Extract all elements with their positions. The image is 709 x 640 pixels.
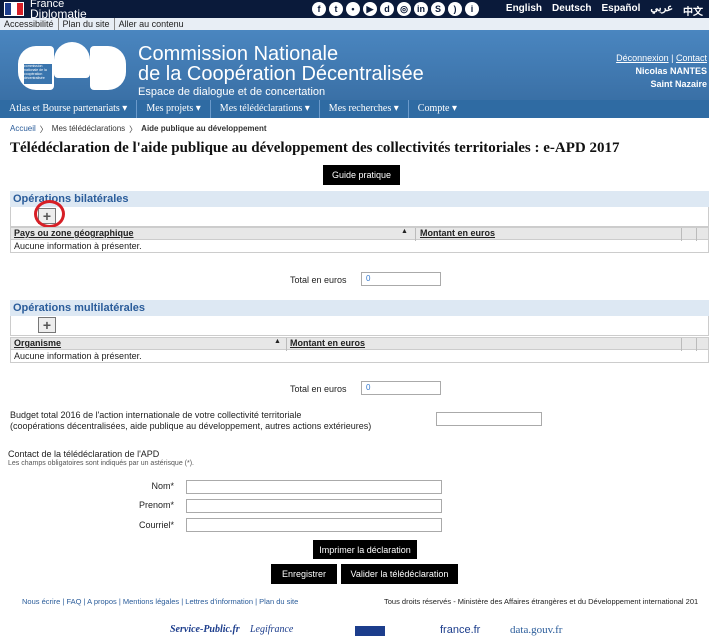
rss-icon[interactable]: ) [448,2,462,16]
social-icons: f t • ▶ d ◎ in S ) i [312,2,479,16]
breadcrumb: Accueil 〉 Mes télédéclarations 〉 Aide publ… [10,124,267,135]
lang-deutsch[interactable]: Deutsch [552,3,591,18]
save-button[interactable]: Enregistrer [271,564,337,584]
link-plan-du-site[interactable]: Plan du site [59,18,115,30]
language-links: English Deutsch Español عربي 中文 [506,3,703,18]
french-flag-icon [4,2,24,16]
bilateral-empty-row: Aucune information à présenter. [10,240,709,253]
add-icon[interactable]: + [38,317,56,333]
breadcrumb-current: Aide publique au développement [141,124,267,133]
print-button[interactable]: Imprimer la déclaration [313,540,417,559]
site-title-line2: de la Coopération Décentralisée [138,63,424,85]
youtube-icon[interactable]: ▶ [363,2,377,16]
top-bar: France Diplomatie f t • ▶ d ◎ in S ) i En… [0,0,709,21]
multilateral-total-label: Total en euros [290,384,347,394]
site-title: Commission Nationale de la Coopération D… [138,44,424,84]
flickr-icon[interactable]: • [346,2,360,16]
page-title: Télédéclaration de l'aide publique au dé… [10,140,620,156]
france-diplomatie-logo[interactable]: France Diplomatie [0,0,110,21]
service-public-logo[interactable]: Service-Public.fr [170,624,240,635]
breadcrumb-level2[interactable]: Mes télédéclarations [52,124,125,135]
info-icon[interactable]: i [465,2,479,16]
multilateral-table-header: Organisme ▲ Montant en euros [10,337,709,351]
footer-links[interactable]: Nous écrire | FAQ | A propos | Mentions … [22,597,298,606]
cncd-logo[interactable]: commission nationale de la coopération d… [18,42,126,92]
validate-button[interactable]: Valider la télédéclaration [341,564,458,584]
link-accessibilite[interactable]: Accessibilité [0,18,59,30]
deconnexion-link[interactable]: Déconnexion [616,53,669,63]
bilateral-total-label: Total en euros [290,275,347,285]
partner-logos: Service-Public.fr Legifrance france.fr d… [0,622,709,640]
legifrance-logo[interactable]: Legifrance [250,624,293,635]
user-name: Nicolas NANTES [635,66,707,76]
guide-pratique-button[interactable]: Guide pratique [323,165,400,185]
courriel-label: Courriel* [138,520,174,530]
main-nav: Atlas et Bourse partenariats ▾ Mes proje… [0,100,709,118]
nav-mes-recherches[interactable]: Mes recherches ▾ [320,100,409,118]
multilateral-total-field[interactable]: 0 [361,381,441,395]
bilateral-toolbar: + [10,207,709,227]
multilateral-section-title: Opérations multilatérales [10,300,709,316]
highlight-circle [34,200,65,228]
nav-mes-projets[interactable]: Mes projets ▾ [137,100,211,118]
nav-mes-teledeclarations[interactable]: Mes télédéclarations ▾ [211,100,320,118]
col-montant[interactable]: Montant en euros [290,338,365,348]
breadcrumb-home[interactable]: Accueil [10,124,36,135]
dailymotion-icon[interactable]: d [380,2,394,16]
user-panel: Déconnexion | Contact Nicolas NANTES Sai… [616,53,707,89]
lang-arabic[interactable]: عربي [650,3,673,18]
data-gouv-logo[interactable]: data.gouv.fr [510,624,562,636]
user-city: Saint Nazaire [650,79,707,89]
prenom-input[interactable] [186,499,442,513]
multilateral-toolbar: + [10,316,709,336]
site-title-line1: Commission Nationale [138,43,339,65]
gouvernement-logo[interactable] [355,626,385,636]
lang-chinese[interactable]: 中文 [683,3,703,18]
footer-rights: Tous droits réservés - Ministère des Aff… [384,597,699,606]
col-organisme[interactable]: Organisme [14,338,61,348]
facebook-icon[interactable]: f [312,2,326,16]
linkedin-icon[interactable]: in [414,2,428,16]
multilateral-empty-row: Aucune information à présenter. [10,350,709,363]
nav-atlas[interactable]: Atlas et Bourse partenariats ▾ [0,100,138,118]
sort-arrow-icon[interactable]: ▲ [401,228,408,235]
budget-input[interactable] [436,412,542,426]
sort-arrow-icon[interactable]: ▲ [274,338,281,345]
accessibility-bar: Accessibilité Plan du site Aller au cont… [0,18,709,30]
instagram-icon[interactable]: ◎ [397,2,411,16]
required-note: Les champs obligatoires sont indiqués pa… [8,460,194,467]
nav-compte[interactable]: Compte ▾ [409,100,466,118]
bilateral-section-title: Opérations bilatérales [10,191,709,207]
prenom-label: Prenom* [138,500,174,510]
france-fr-logo[interactable]: france.fr [440,624,480,636]
budget-label: Budget total 2016 de l'action internatio… [10,410,410,432]
bilateral-table-header: Pays ou zone géographique ▲ Montant en e… [10,227,709,241]
courriel-input[interactable] [186,518,442,532]
budget-line2: (coopérations décentralisées, aide publi… [10,421,372,431]
storify-icon[interactable]: S [431,2,445,16]
site-header: commission nationale de la coopération d… [0,30,709,100]
bilateral-total-field[interactable]: 0 [361,272,441,286]
budget-line1: Budget total 2016 de l'action internatio… [10,410,302,420]
brand-line2: Diplomatie [30,6,87,21]
col-pays[interactable]: Pays ou zone géographique [14,228,134,238]
lang-english[interactable]: English [506,3,542,18]
lang-espanol[interactable]: Español [601,3,640,18]
col-montant[interactable]: Montant en euros [420,228,495,238]
site-subtitle: Espace de dialogue et de concertation [138,86,326,98]
logo-text: commission nationale de la coopération d… [24,64,52,84]
nom-input[interactable] [186,480,442,494]
contact-link[interactable]: Contact [676,53,707,63]
link-aller-au-contenu[interactable]: Aller au contenu [115,18,188,30]
nom-label: Nom* [151,481,174,491]
twitter-icon[interactable]: t [329,2,343,16]
contact-title: Contact de la télédéclaration de l'APD [8,449,160,459]
